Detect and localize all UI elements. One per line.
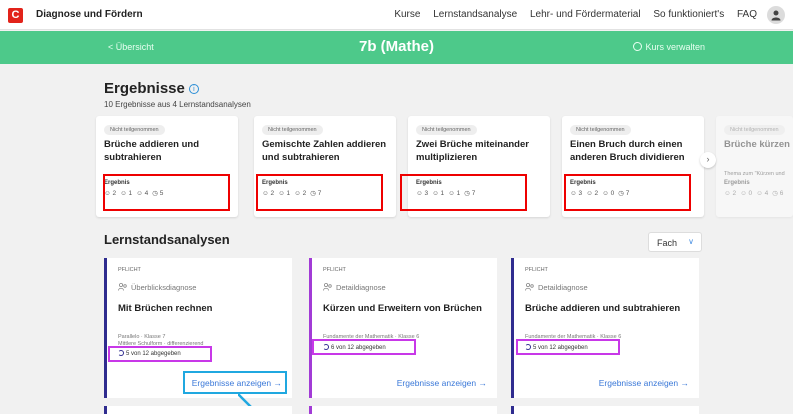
result-label: Ergebnis [724,180,750,186]
subject-filter-label: Fach [657,238,678,248]
gear-icon [633,42,643,51]
people-icon [323,283,332,291]
status-badge: Nicht teilgenommen [724,125,785,135]
class-header: < Übersicht 7b (Mathe) Kurs verwalten [0,31,793,64]
result-title: Zwei Brüche miteinander multiplizieren [416,139,529,163]
diagnosis-type-label: Detaildiagnose [538,283,588,292]
analyses-title: Lernstandsanalysen [104,232,230,247]
status-badge: Nicht teilgenommen [104,125,165,135]
annotation-purple-box [516,339,620,355]
analysis-meta: Parallelo · Klasse 7 [118,334,166,340]
required-tag: PFLICHT [323,267,346,273]
annotation-cyan-box [183,371,287,394]
results-title-text: Ergebnisse [104,80,185,97]
nav-link-material[interactable]: Lehr- und Fördermaterial [530,9,641,20]
annotation-red-box [564,174,691,211]
result-title: Brüche addieren und subtrahieren [104,139,200,163]
people-icon [118,283,127,291]
diagnosis-type-label: Detaildiagnose [336,283,386,292]
result-title: Brüche kürzen [724,139,790,150]
manage-course-link[interactable]: Kurs verwalten [633,42,705,52]
show-results-link[interactable]: Ergebnisse anzeigen → [397,378,487,388]
result-extra: Thema zum "Kürzen und [724,171,785,177]
top-navigation: C Diagnose und Fördern Kurse Lernstandsa… [0,0,793,30]
brand-name[interactable]: Diagnose und Fördern [36,9,143,20]
analysis-title: Brüche addieren und subtrahieren [525,303,681,314]
people-icon [525,283,534,291]
result-card[interactable]: Nicht teilgenommen Brüche kürzen Thema z… [716,116,793,217]
nav-links: Kurse Lernstandsanalyse Lehr- und Förder… [384,9,757,20]
user-icon[interactable] [767,6,785,24]
nav-link-lernstandsanalyse[interactable]: Lernstandsanalyse [433,9,517,20]
required-tag: PFLICHT [525,267,548,273]
analysis-card[interactable]: PFLICHT Detaildiagnose Kürzen und Erweit… [309,258,497,398]
results-title: Ergebnisse i [104,80,199,97]
analysis-title: Mit Brüchen rechnen [118,303,213,314]
analysis-card[interactable] [511,406,699,414]
status-badge: Nicht teilgenommen [570,125,631,135]
info-icon[interactable]: i [188,84,199,94]
analysis-card[interactable] [104,406,292,414]
nav-link-faq[interactable]: FAQ [737,9,757,20]
result-values: ☺ 2 ☺ 0 ☺ 4 ◷ 6 [724,190,784,197]
status-badge: Nicht teilgenommen [416,125,477,135]
show-results-link[interactable]: Ergebnisse anzeigen → [599,378,689,388]
chevron-down-icon: ∨ [688,237,694,246]
status-badge: Nicht teilgenommen [262,125,323,135]
required-tag: PFLICHT [118,267,141,273]
diagnosis-type: Detaildiagnose [323,283,386,292]
result-title: Gemischte Zahlen addieren und subtrahier… [262,139,387,163]
annotation-purple-box [312,339,416,355]
diagnosis-type: Überblicksdiagnose [118,283,196,292]
annotation-red-box [256,174,383,211]
result-title: Einen Bruch durch einen anderen Bruch di… [570,139,685,163]
diagnosis-type-label: Überblicksdiagnose [131,283,197,292]
brand-logo[interactable]: C [8,8,23,23]
chevron-right-icon[interactable]: › [700,152,716,168]
analysis-card[interactable] [309,406,497,414]
annotation-red-box [400,174,527,211]
nav-link-kurse[interactable]: Kurse [394,9,420,20]
subject-filter-dropdown[interactable]: Fach ∨ [648,232,702,252]
analysis-card[interactable]: PFLICHT Detaildiagnose Brüche addieren u… [511,258,699,398]
nav-link-how-it-works[interactable]: So funktioniert's [653,9,724,20]
annotation-purple-box [108,346,212,362]
analysis-title: Kürzen und Erweitern von Brüchen [323,303,482,314]
diagnosis-type: Detaildiagnose [525,283,588,292]
results-subtitle: 10 Ergebnisse aus 4 Lernstandsanalysen [104,100,251,109]
annotation-red-box [103,174,230,211]
manage-course-label: Kurs verwalten [645,42,705,52]
